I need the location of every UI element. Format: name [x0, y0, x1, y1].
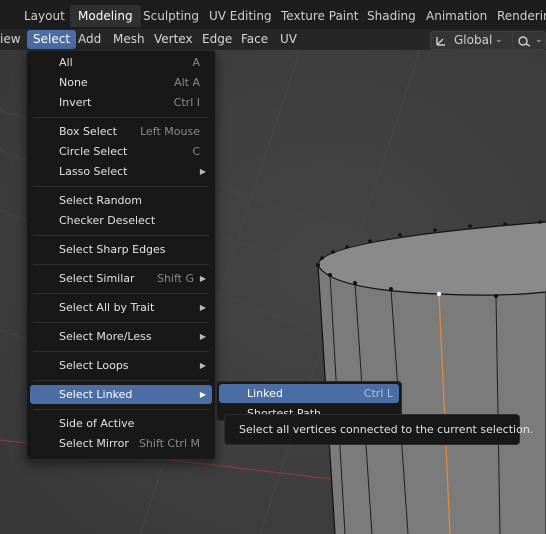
menu-separator	[33, 322, 209, 323]
tab-texture-paint[interactable]: Texture Paint	[273, 5, 366, 27]
menu-separator	[33, 264, 209, 265]
menu-add[interactable]: Add	[72, 30, 107, 49]
menu-vertex[interactable]: Vertex	[148, 30, 199, 49]
menu-separator	[33, 351, 209, 352]
menu-separator	[33, 235, 209, 236]
menu-item-none[interactable]: None Alt A	[30, 73, 212, 92]
tab-animation[interactable]: Animation	[418, 5, 495, 27]
tab-shading[interactable]: Shading	[359, 5, 424, 27]
chevron-down-icon: ⌄	[495, 35, 503, 45]
submenu-arrow-icon: ▶	[199, 303, 206, 312]
orientation-label: Global	[454, 33, 493, 47]
submenu-arrow-icon: ▶	[199, 167, 206, 176]
menu-item-select-random[interactable]: Select Random	[30, 191, 212, 210]
tab-layout[interactable]: Layout	[16, 5, 73, 27]
tooltip: Select all vertices connected to the cur…	[224, 414, 533, 445]
menu-item-select-similar[interactable]: Select Similar Shift G ▶	[30, 269, 212, 288]
viewport-header: iew Select Add Mesh Vertex Edge Face UV …	[0, 29, 546, 51]
submenu-arrow-icon: ▶	[199, 390, 206, 399]
submenu-arrow-icon: ▶	[199, 332, 206, 341]
chevron-down-icon: ⌄	[535, 35, 543, 45]
menu-item-select-loops[interactable]: Select Loops ▶	[30, 356, 212, 375]
tab-modeling[interactable]: Modeling	[70, 5, 141, 27]
menu-separator	[33, 293, 209, 294]
menu-item-side-of-active[interactable]: Side of Active	[30, 414, 212, 433]
menu-item-select-sharp-edges[interactable]: Select Sharp Edges	[30, 240, 212, 259]
menu-select[interactable]: Select	[27, 30, 77, 49]
menu-item-checker-deselect[interactable]: Checker Deselect	[30, 211, 212, 230]
workspace-tabs-bar: Layout Modeling Sculpting UV Editing Tex…	[0, 0, 546, 29]
menu-item-invert[interactable]: Invert Ctrl I	[30, 93, 212, 112]
menu-item-select-more-less[interactable]: Select More/Less ▶	[30, 327, 212, 346]
menu-separator	[33, 380, 209, 381]
menu-item-lasso-select[interactable]: Lasso Select ▶	[30, 162, 212, 181]
menu-item-all[interactable]: All A	[30, 53, 212, 72]
menu-item-select-linked[interactable]: Select Linked ▶	[30, 385, 212, 404]
tab-uv-editing[interactable]: UV Editing	[201, 5, 280, 27]
menu-item-circle-select[interactable]: Circle Select C	[30, 142, 212, 161]
menu-edge[interactable]: Edge	[196, 30, 238, 49]
tooltip-text: Select all vertices connected to the cur…	[239, 423, 534, 436]
menu-uv[interactable]: UV	[274, 30, 303, 49]
menu-separator	[33, 409, 209, 410]
menu-face[interactable]: Face	[235, 30, 274, 49]
menu-separator	[33, 117, 209, 118]
menu-item-select-mirror[interactable]: Select Mirror Shift Ctrl M	[30, 434, 212, 453]
submenu-item-linked[interactable]: Linked Ctrl L	[219, 384, 399, 403]
menu-view[interactable]: iew	[0, 30, 27, 49]
menu-item-select-all-by-trait[interactable]: Select All by Trait ▶	[30, 298, 212, 317]
menu-mesh[interactable]: Mesh	[107, 30, 151, 49]
snap-dropdown[interactable]: ⌄	[512, 31, 546, 50]
tab-rendering[interactable]: Rendering	[489, 5, 546, 27]
menu-item-box-select[interactable]: Box Select Left Mouse	[30, 122, 212, 141]
submenu-arrow-icon: ▶	[199, 274, 206, 283]
tab-sculpting[interactable]: Sculpting	[135, 5, 207, 27]
select-menu: All A None Alt A Invert Ctrl I Box Select Le…	[26, 50, 216, 460]
submenu-arrow-icon: ▶	[199, 361, 206, 370]
menu-separator	[33, 186, 209, 187]
